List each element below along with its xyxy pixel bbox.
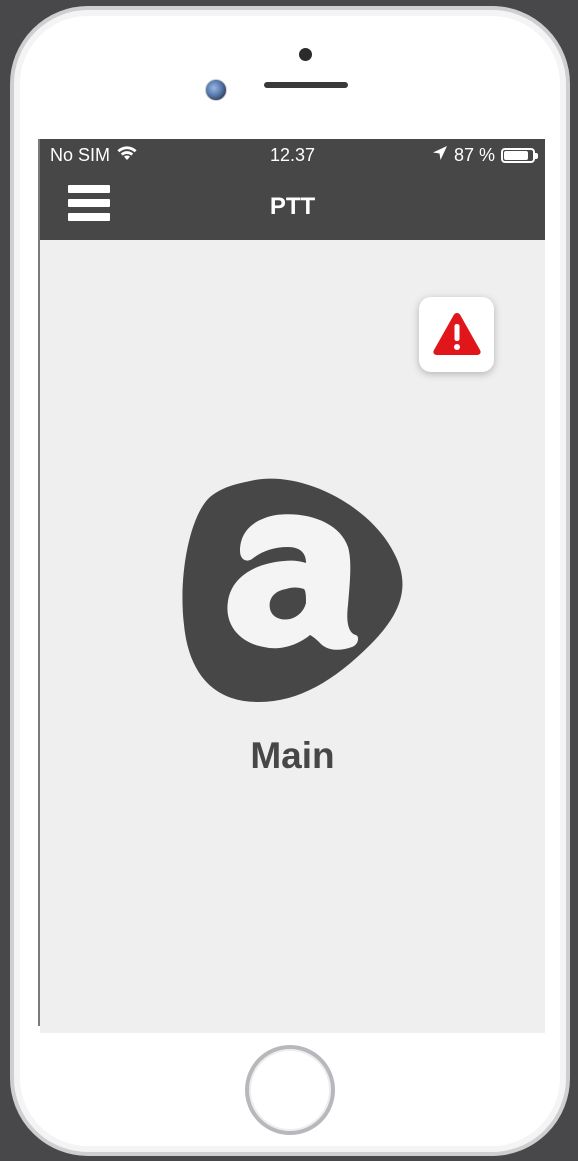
main-label: Main [250, 735, 335, 776]
menu-line [68, 185, 110, 193]
logo-a-icon [180, 475, 406, 705]
status-right: 87 % [432, 145, 538, 166]
home-button[interactable] [245, 1045, 335, 1135]
location-arrow-icon [432, 145, 448, 166]
battery-icon [501, 148, 538, 163]
proximity-sensor [299, 48, 312, 61]
battery-level-fill [504, 151, 529, 160]
battery-percentage: 87 % [453, 145, 495, 165]
warning-triangle-icon [433, 313, 481, 355]
battery-nub [535, 153, 538, 159]
nav-bar: PTT [40, 172, 545, 240]
app-screen: No SIM 12.37 87 % PTT Main [40, 139, 545, 1033]
alert-button[interactable] [419, 297, 494, 372]
page-title: PTT [269, 193, 316, 220]
front-camera [205, 79, 227, 101]
earpiece-speaker [264, 82, 348, 88]
status-bar: No SIM 12.37 87 % [40, 139, 545, 172]
